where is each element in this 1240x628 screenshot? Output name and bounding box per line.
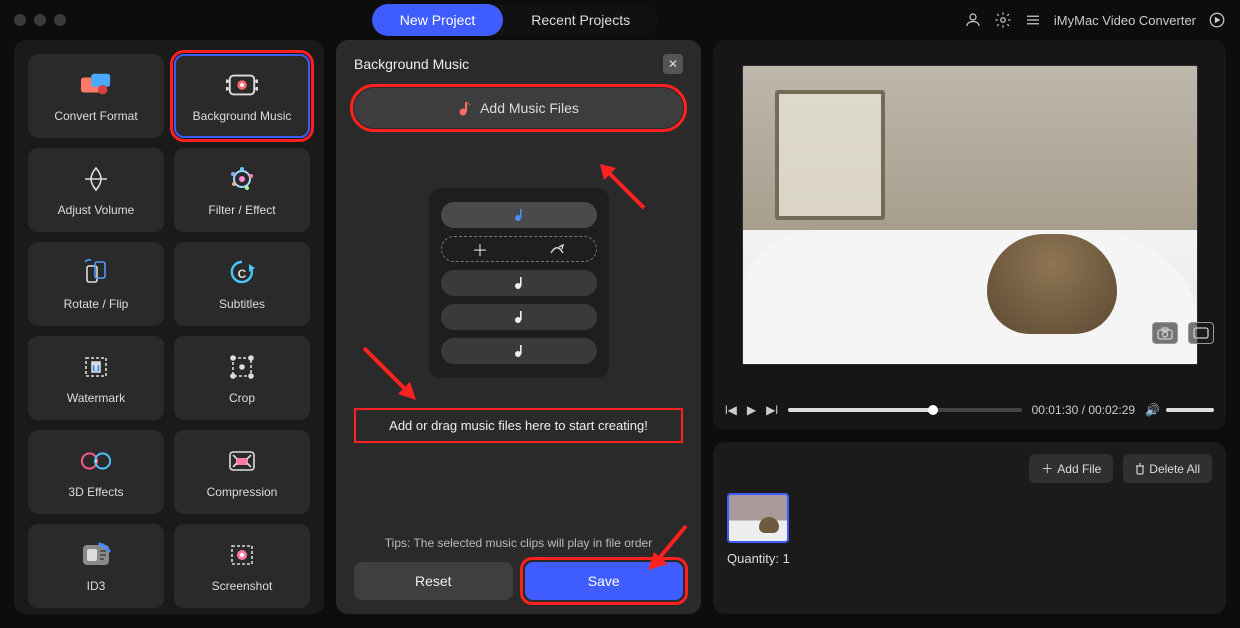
rotate-flip-icon	[80, 257, 112, 289]
tool-3d-effects[interactable]: 3D Effects	[28, 430, 164, 514]
delete-all-button[interactable]: Delete All	[1123, 454, 1212, 483]
tool-screenshot[interactable]: Screenshot	[174, 524, 310, 608]
tools-sidebar: Convert Format Background Music Adjust V…	[14, 40, 324, 614]
tool-compression[interactable]: Compression	[174, 430, 310, 514]
music-slot[interactable]	[441, 304, 597, 330]
3d-effects-icon	[80, 445, 112, 477]
music-slots-stack[interactable]: ＋	[429, 188, 609, 378]
crop-icon	[226, 351, 258, 383]
tool-label: Crop	[229, 391, 255, 405]
subtitles-icon: C	[226, 257, 258, 289]
save-button[interactable]: Save	[525, 562, 684, 600]
video-frame	[742, 65, 1198, 365]
window-controls	[14, 14, 66, 26]
tool-convert-format[interactable]: Convert Format	[28, 54, 164, 138]
watermark-icon: T	[80, 351, 112, 383]
tool-watermark[interactable]: T Watermark	[28, 336, 164, 420]
compression-icon	[226, 445, 258, 477]
add-music-files-button[interactable]: Add Music Files	[354, 88, 683, 128]
file-queue: ＋Add File Delete All Quantity: 1	[713, 442, 1226, 614]
play-button[interactable]: ▶	[747, 403, 756, 417]
project-tabs: New Project Recent Projects	[372, 4, 658, 36]
filter-effect-icon	[226, 163, 258, 195]
annotation-arrow	[356, 340, 426, 410]
time-display: 00:01:30 / 00:02:29	[1032, 403, 1135, 417]
tool-label: 3D Effects	[68, 485, 123, 499]
tool-background-music[interactable]: Background Music	[174, 54, 310, 138]
screenshot-icon	[226, 539, 258, 571]
tool-label: Adjust Volume	[58, 203, 135, 217]
tool-crop[interactable]: Crop	[174, 336, 310, 420]
tool-label: Subtitles	[219, 297, 265, 311]
background-music-icon	[226, 69, 258, 101]
tool-label: Watermark	[67, 391, 125, 405]
playback-controls: l◀ ▶ ▶l 00:01:30 / 00:02:29 🔊	[713, 390, 1226, 430]
empty-state-hint: Add or drag music files here to start cr…	[354, 408, 683, 443]
quantity-display: Quantity: 1	[727, 551, 1212, 566]
prev-button[interactable]: l◀	[725, 403, 737, 417]
volume-slider[interactable]	[1166, 408, 1214, 412]
tool-subtitles[interactable]: C Subtitles	[174, 242, 310, 326]
menu-icon[interactable]	[1024, 11, 1042, 29]
tool-label: Convert Format	[54, 109, 137, 123]
tool-label: Background Music	[193, 109, 292, 123]
snapshot-button[interactable]	[1152, 322, 1178, 344]
music-slot-add[interactable]: ＋	[441, 236, 597, 262]
settings-icon[interactable]	[994, 11, 1012, 29]
svg-text:C: C	[238, 267, 247, 281]
tool-filter-effect[interactable]: Filter / Effect	[174, 148, 310, 232]
tool-label: ID3	[87, 579, 106, 593]
tool-label: Filter / Effect	[208, 203, 275, 217]
video-preview: l◀ ▶ ▶l 00:01:30 / 00:02:29 🔊	[713, 40, 1226, 430]
titlebar: New Project Recent Projects iMyMac Video…	[0, 0, 1240, 40]
id3-icon	[80, 539, 112, 571]
seek-bar[interactable]	[788, 408, 1022, 412]
fullscreen-button[interactable]	[1188, 322, 1214, 344]
convert-format-icon	[80, 69, 112, 101]
music-slot[interactable]	[441, 270, 597, 296]
trash-icon	[1135, 463, 1145, 475]
tool-adjust-volume[interactable]: Adjust Volume	[28, 148, 164, 232]
music-slot[interactable]	[441, 338, 597, 364]
tool-label: Screenshot	[212, 579, 273, 593]
svg-text:T: T	[93, 362, 99, 372]
background-music-panel: Background Music ✕ Add Music Files ＋ Add…	[336, 40, 701, 614]
music-slot[interactable]	[441, 202, 597, 228]
adjust-volume-icon	[80, 163, 112, 195]
reset-button[interactable]: Reset	[354, 562, 513, 600]
add-music-label: Add Music Files	[480, 100, 579, 116]
tool-label: Rotate / Flip	[64, 297, 129, 311]
tool-id3[interactable]: ID3	[28, 524, 164, 608]
tool-label: Compression	[207, 485, 278, 499]
next-button[interactable]: ▶l	[766, 403, 778, 417]
minimize-window[interactable]	[34, 14, 46, 26]
music-note-icon	[458, 100, 472, 116]
tips-text: Tips: The selected music clips will play…	[354, 536, 683, 550]
add-file-button[interactable]: ＋Add File	[1029, 454, 1113, 483]
tab-new-project[interactable]: New Project	[372, 4, 503, 36]
close-window[interactable]	[14, 14, 26, 26]
queue-item-thumbnail[interactable]	[727, 493, 789, 543]
zoom-window[interactable]	[54, 14, 66, 26]
app-logo-icon	[1208, 11, 1226, 29]
tab-recent-projects[interactable]: Recent Projects	[503, 4, 658, 36]
close-panel-button[interactable]: ✕	[663, 54, 683, 74]
tool-rotate-flip[interactable]: Rotate / Flip	[28, 242, 164, 326]
app-name: iMyMac Video Converter	[1054, 13, 1196, 28]
panel-title: Background Music	[354, 56, 469, 72]
account-icon[interactable]	[964, 11, 982, 29]
volume-icon[interactable]: 🔊	[1145, 403, 1160, 417]
